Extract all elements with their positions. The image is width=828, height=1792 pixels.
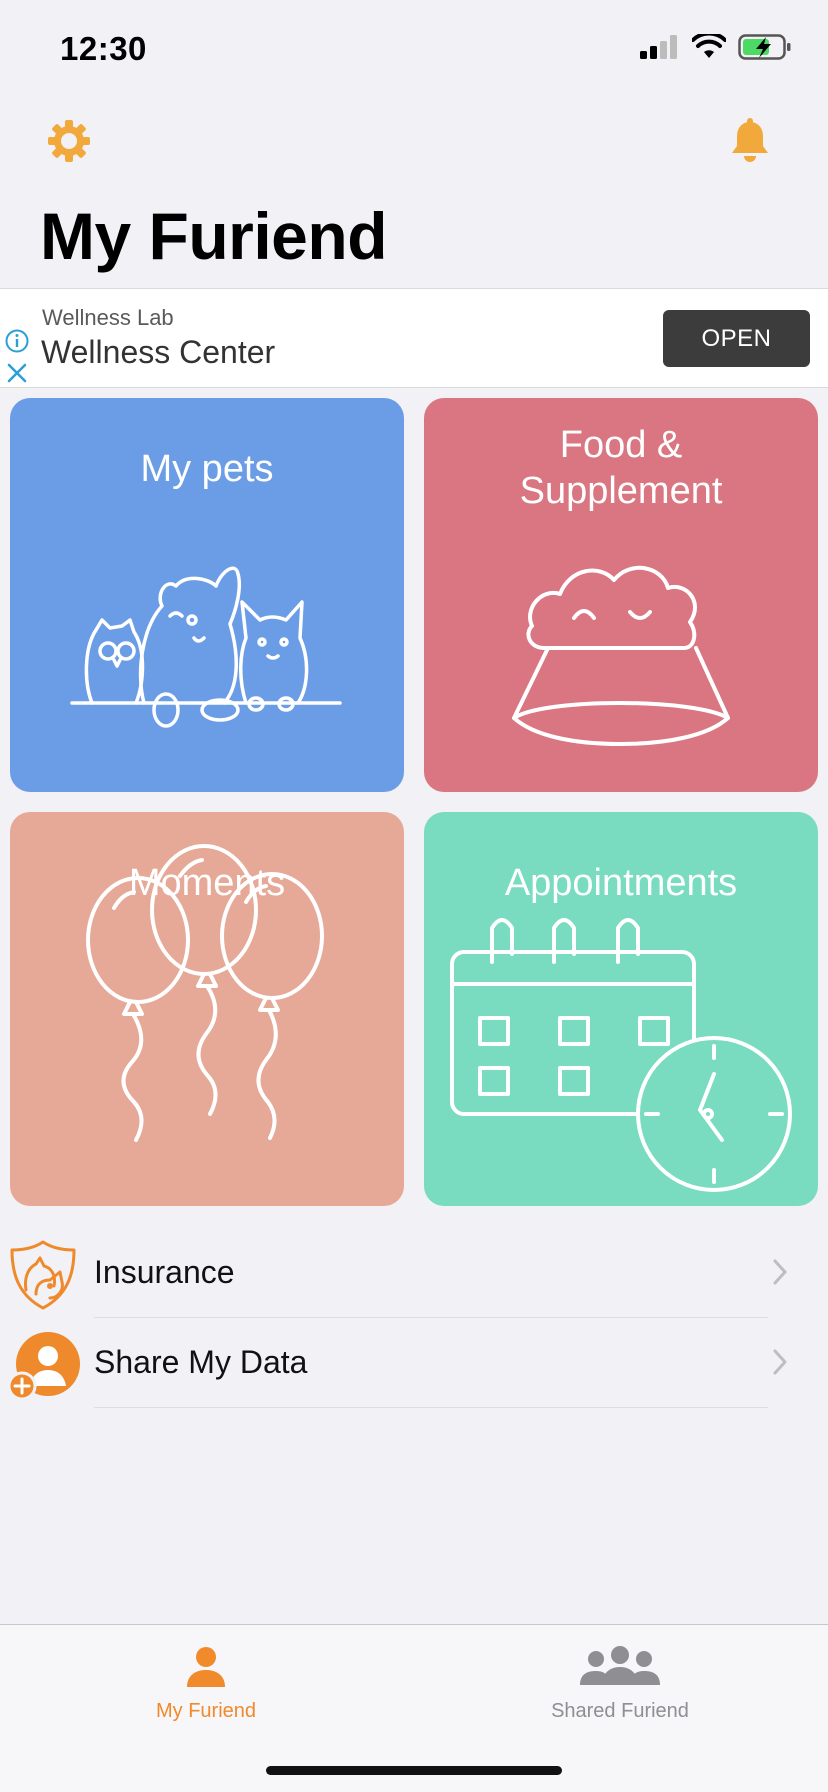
share-my-data-label: Share My Data <box>94 1344 308 1380</box>
my-pets-tile[interactable]: My pets <box>10 398 404 792</box>
insurance-label: Insurance <box>94 1254 235 1290</box>
tab-my-furiend-label: My Furiend <box>155 1700 257 1722</box>
balloons-illustration-icon <box>86 844 324 1142</box>
bell-icon <box>732 118 768 162</box>
gear-icon <box>48 120 90 162</box>
tab-shared-furiend[interactable]: Shared Furiend <box>490 1645 750 1723</box>
ad-title: Wellness Center <box>41 334 276 370</box>
cellular-signal-icon <box>640 35 677 59</box>
home-indicator <box>266 1766 562 1775</box>
share-my-data-row[interactable]: Share My Data <box>0 1318 828 1408</box>
home-screen: 12:30 My Furiend Wellness Lab Wellness C… <box>0 0 828 1792</box>
notifications-button[interactable] <box>730 118 776 164</box>
info-icon[interactable] <box>4 328 30 354</box>
food-supplement-tile[interactable]: Food & Supplement <box>424 398 818 792</box>
moments-tile[interactable]: Moments <box>10 812 404 1206</box>
insurance-row[interactable]: Insurance <box>0 1228 828 1318</box>
row-divider <box>94 1407 768 1408</box>
pets-illustration-icon <box>70 566 342 728</box>
chevron-right-icon <box>773 1349 787 1375</box>
status-time: 12:30 <box>60 30 147 67</box>
person-icon <box>187 1647 225 1687</box>
status-icons <box>640 34 792 60</box>
tab-shared-furiend-label: Shared Furiend <box>551 1700 689 1722</box>
group-icon <box>580 1646 660 1685</box>
ad-open-button[interactable]: OPEN <box>663 310 810 367</box>
battery-charging-icon <box>738 34 791 60</box>
ad-advertiser: Wellness Lab <box>42 305 174 330</box>
tab-my-furiend[interactable]: My Furiend <box>76 1645 336 1723</box>
status-bar: 12:30 <box>0 0 828 100</box>
calendar-clock-illustration-icon <box>450 918 792 1192</box>
page-title: My Furiend <box>40 199 388 273</box>
appointments-tile[interactable]: Appointments <box>424 812 818 1206</box>
insurance-shield-icon <box>10 1240 76 1310</box>
settings-button[interactable] <box>46 118 92 164</box>
close-icon[interactable] <box>4 360 30 386</box>
share-user-icon <box>7 1332 80 1401</box>
chevron-right-icon <box>773 1259 787 1285</box>
food-bowl-illustration-icon <box>512 565 730 746</box>
wifi-icon <box>692 34 726 58</box>
